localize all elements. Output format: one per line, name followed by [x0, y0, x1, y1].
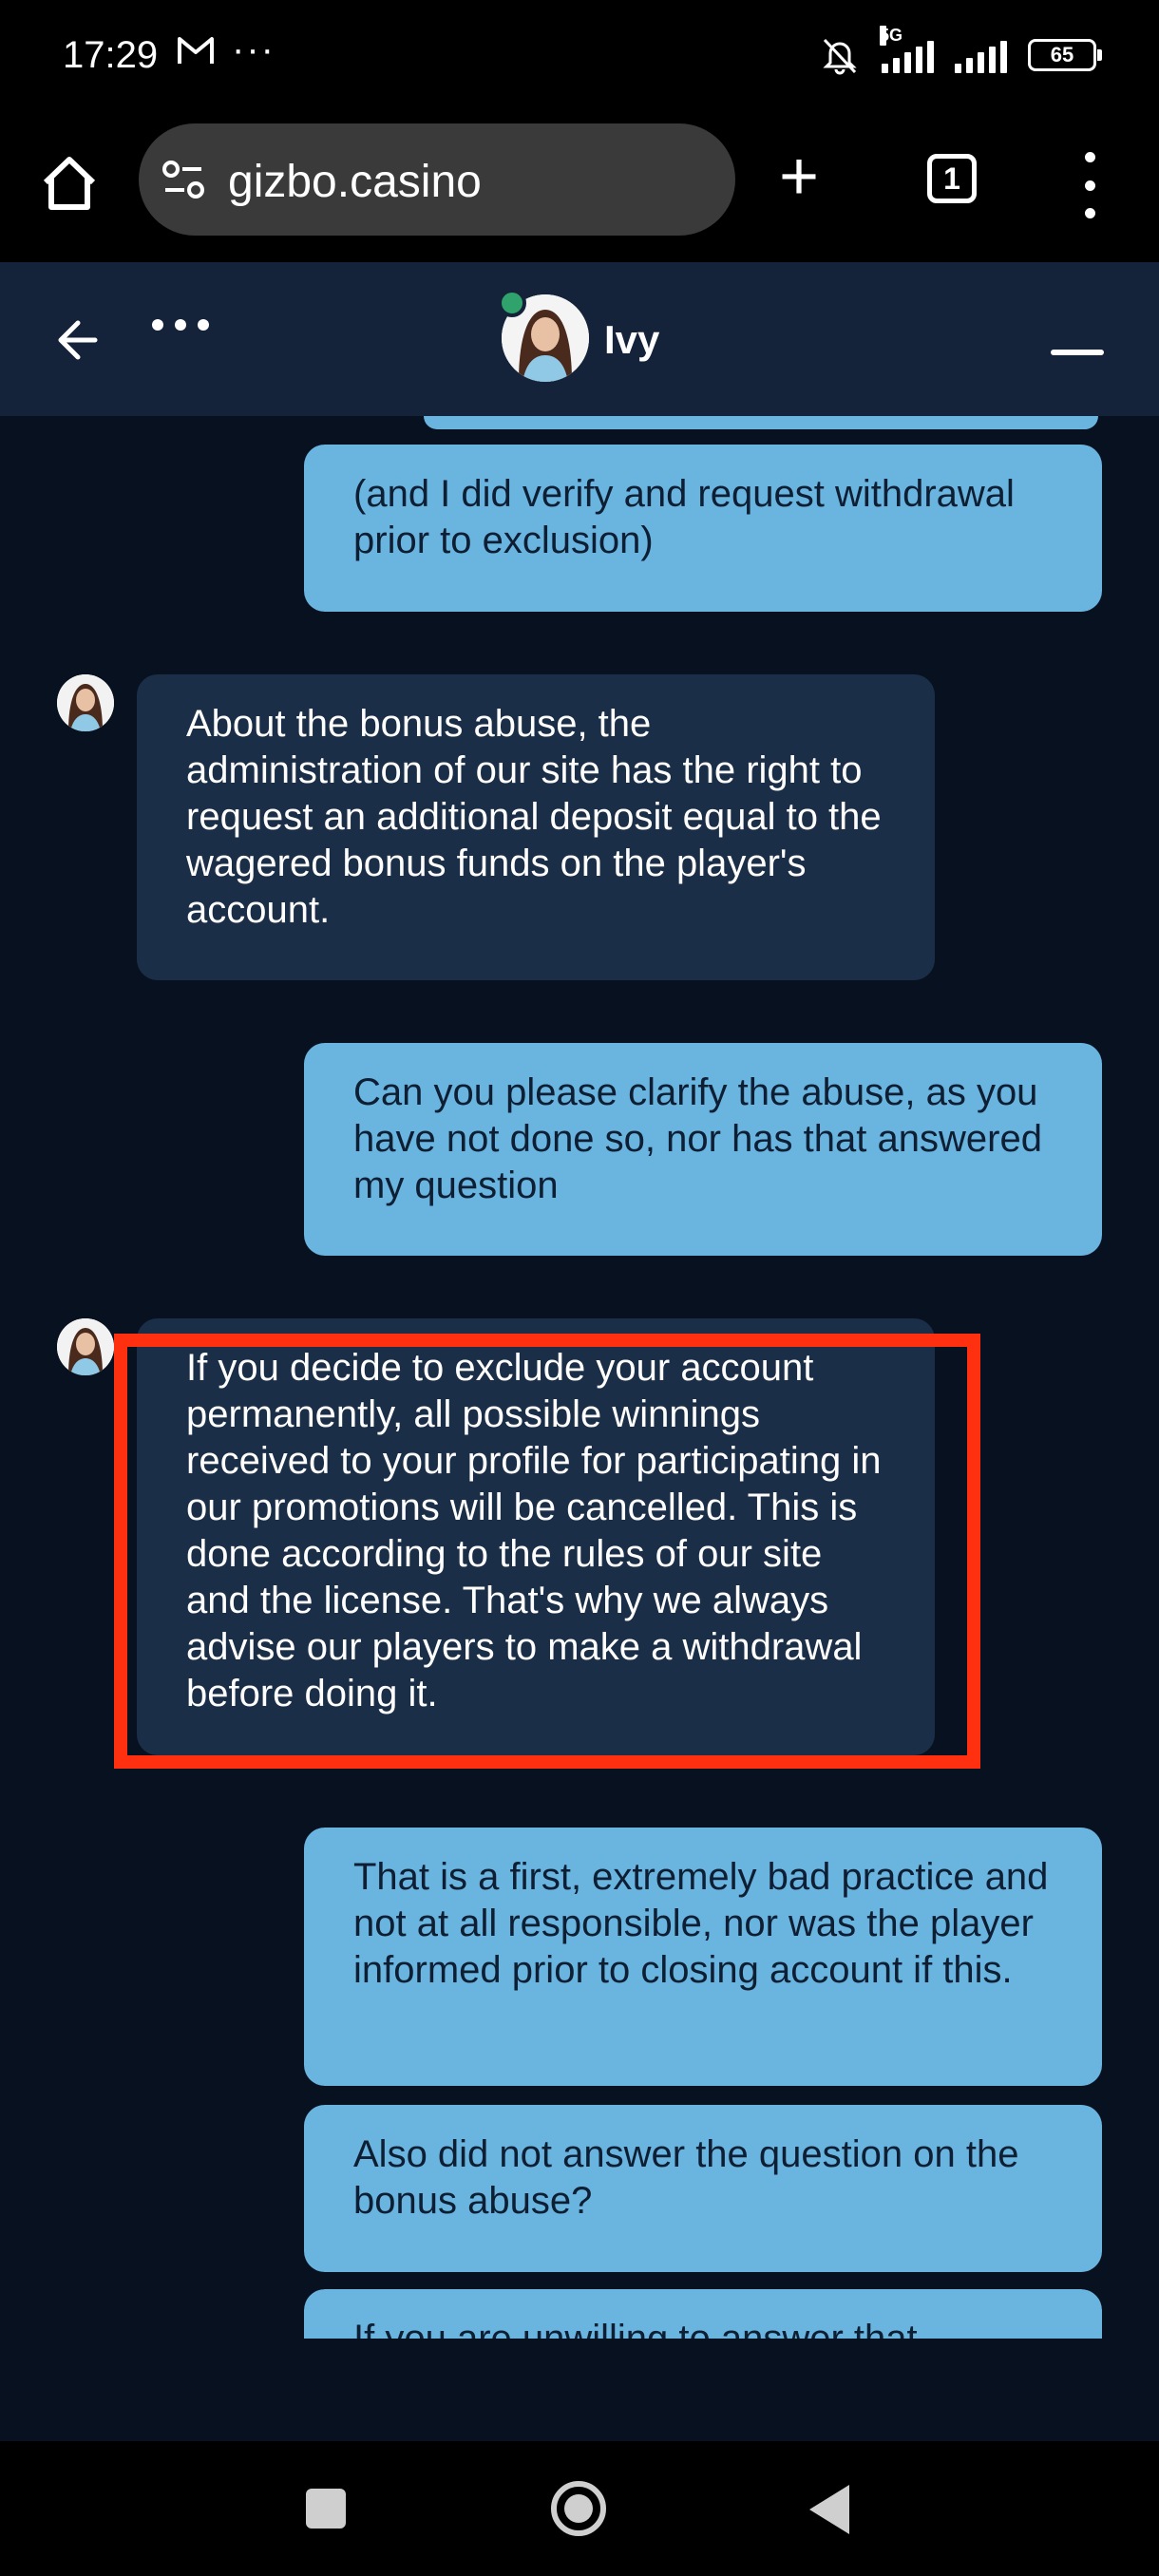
tab-switcher-button[interactable]: 1	[927, 154, 977, 203]
url-text: gizbo.casino	[228, 157, 482, 207]
status-bar: 17:29 ··· 5G 65	[0, 0, 1159, 112]
address-bar[interactable]: gizbo.casino	[139, 123, 735, 236]
user-message: If you are unwilling to answer that	[304, 2289, 1102, 2339]
back-triangle-icon[interactable]	[809, 2485, 849, 2534]
user-message: Also did not answer the question on the …	[304, 2105, 1102, 2272]
user-message: (and I did verify and request withdrawal…	[304, 445, 1102, 612]
signal-icon	[955, 37, 1007, 73]
home-icon[interactable]	[36, 150, 103, 217]
home-button-icon[interactable]	[551, 2481, 606, 2536]
browser-menu-button[interactable]	[1075, 152, 1104, 218]
chat-header: Ivy	[0, 262, 1159, 416]
tab-count: 1	[943, 161, 960, 196]
new-tab-button[interactable]: +	[779, 142, 819, 211]
online-status-dot	[498, 289, 526, 317]
user-message-clip: If you are unwilling to answer that	[304, 2289, 1102, 2339]
minimize-chat-button[interactable]	[1051, 350, 1104, 355]
previous-message-edge	[424, 416, 1098, 429]
user-message: Can you please clarify the abuse, as you…	[304, 1043, 1102, 1256]
status-time: 17:29	[63, 34, 159, 76]
agent-message: About the bonus abuse, the administratio…	[137, 674, 935, 980]
agent-name: Ivy	[604, 317, 660, 362]
status-more-icon: ···	[232, 28, 276, 70]
gmail-icon	[177, 34, 215, 75]
status-indicators: 5G 65	[819, 26, 1102, 76]
site-settings-icon[interactable]	[162, 158, 205, 201]
recent-apps-icon[interactable]	[306, 2489, 346, 2529]
agent-message-avatar	[57, 674, 114, 731]
highlight-annotation-box	[114, 1334, 980, 1769]
battery-icon: 65	[1028, 39, 1102, 71]
user-message: That is a first, extremely bad practice …	[304, 1828, 1102, 2086]
agent-message-avatar	[57, 1318, 114, 1375]
mute-vibrate-icon	[823, 38, 857, 75]
signal-5g-icon: 5G	[880, 26, 934, 73]
battery-level: 65	[1050, 43, 1074, 66]
browser-toolbar: gizbo.casino + 1	[0, 112, 1159, 262]
back-arrow-icon[interactable]	[53, 312, 110, 369]
chat-options-icon[interactable]	[152, 319, 209, 331]
